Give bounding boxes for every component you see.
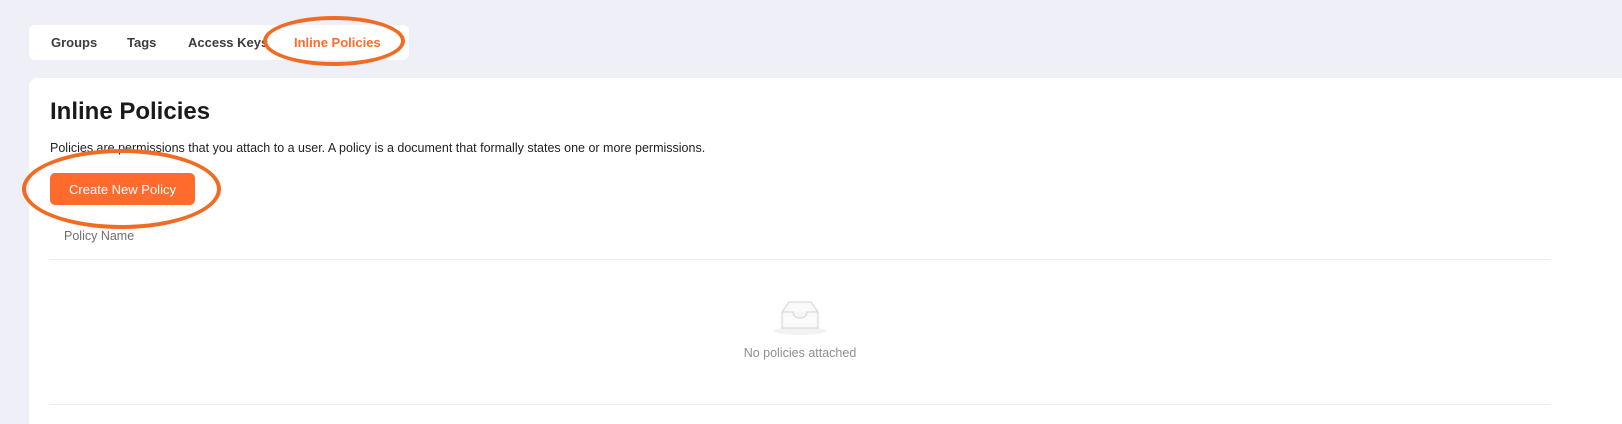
tab-access-keys[interactable]: Access Keys <box>188 25 268 60</box>
tab-groups[interactable]: Groups <box>51 25 97 60</box>
page: Groups Tags Access Keys Inline Policies … <box>0 0 1622 424</box>
policies-table-empty-state: No policies attached <box>50 261 1550 405</box>
column-header-policy-name[interactable]: Policy Name <box>64 229 134 243</box>
page-title: Inline Policies <box>50 98 211 125</box>
policies-table-header: Policy Name <box>50 220 1550 260</box>
create-new-policy-button[interactable]: Create New Policy <box>50 173 195 205</box>
tab-tags[interactable]: Tags <box>127 25 156 60</box>
tab-inline-policies[interactable]: Inline Policies <box>294 25 381 60</box>
tab-bar: Groups Tags Access Keys Inline Policies <box>29 25 409 60</box>
inline-policies-panel: Inline Policies Policies are permissions… <box>29 78 1622 424</box>
empty-state-message: No policies attached <box>743 346 857 360</box>
page-description: Policies are permissions that you attach… <box>50 141 706 155</box>
empty-inbox-icon <box>774 301 826 335</box>
